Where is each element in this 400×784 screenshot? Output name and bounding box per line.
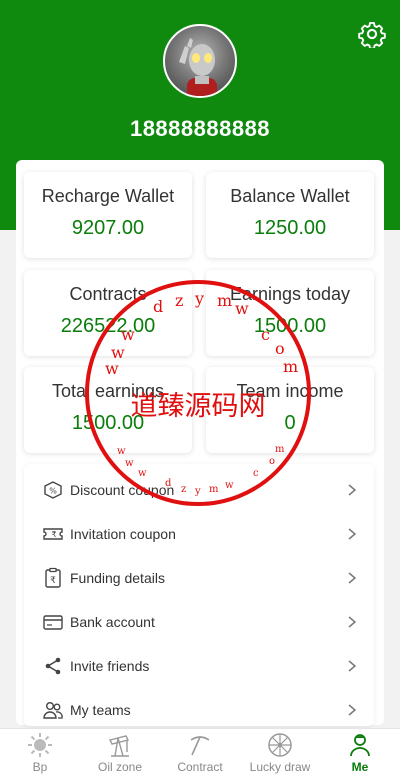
card-value: 1500.00 (71, 412, 145, 434)
discount-coupon-icon: % (42, 479, 64, 501)
menu-item-label: Funding details (70, 570, 165, 586)
card-title: Recharge Wallet (41, 186, 175, 206)
tab-lucky-draw[interactable]: Lucky draw (240, 729, 320, 784)
rupee-document-icon: ₹ (42, 567, 64, 589)
chevron-right-icon (348, 528, 357, 540)
chevron-right-icon (348, 572, 357, 584)
account-menu: % Discount coupon ₹ Invitation coupon ₹ … (24, 464, 374, 726)
tab-contract[interactable]: Contract (160, 729, 240, 784)
chevron-right-icon (348, 704, 357, 716)
menu-item-label: My teams (70, 702, 131, 718)
card-value: 1500.00 (253, 315, 327, 337)
card-value: 0 (284, 412, 296, 434)
tab-label: Lucky draw (249, 760, 311, 774)
team-income-card[interactable]: Team income 0 (206, 367, 374, 453)
tab-bp[interactable]: Bp (0, 729, 80, 784)
card-title: Total earnings (51, 381, 165, 401)
tab-me[interactable]: Me (320, 729, 400, 784)
balance-wallet-card[interactable]: Balance Wallet 1250.00 (206, 172, 374, 258)
card-title: Contracts (69, 284, 147, 304)
sun-icon (28, 733, 52, 757)
tab-label: Contract (177, 760, 223, 774)
menu-item-invite-friends[interactable]: Invite friends (24, 644, 374, 688)
menu-item-label: Discount coupon (70, 482, 175, 498)
card-value: 9207.00 (71, 217, 145, 239)
chevron-right-icon (348, 616, 357, 628)
ticket-icon: ₹ (42, 523, 64, 545)
user-phone-number: 18888888888 (129, 116, 271, 141)
menu-item-funding-details[interactable]: ₹ Funding details (24, 556, 374, 600)
card-title: Earnings today (229, 284, 351, 304)
tab-label: Bp (32, 760, 48, 774)
menu-item-bank-account[interactable]: Bank account (24, 600, 374, 644)
earnings-today-card[interactable]: Earnings today 1500.00 (206, 270, 374, 356)
menu-item-discount-coupon[interactable]: % Discount coupon (24, 468, 374, 512)
card-title: Balance Wallet (230, 186, 350, 206)
person-icon (350, 734, 370, 757)
share-icon (42, 655, 64, 677)
recharge-wallet-card[interactable]: Recharge Wallet 9207.00 (24, 172, 192, 258)
menu-item-invitation-coupon[interactable]: ₹ Invitation coupon (24, 512, 374, 556)
avatar[interactable] (163, 24, 237, 98)
contracts-card[interactable]: Contracts 226522.00 (24, 270, 192, 356)
total-earnings-card[interactable]: Total earnings 1500.00 (24, 367, 192, 453)
bottom-tab-bar: Bp Oil zone Contract Lucky draw Me (0, 728, 400, 784)
svg-text:₹: ₹ (50, 576, 56, 586)
gear-icon[interactable] (358, 20, 386, 48)
wheel-icon (268, 733, 292, 757)
chevron-right-icon (348, 484, 357, 496)
team-icon (42, 699, 64, 721)
oil-pump-icon (108, 735, 130, 757)
tab-label: Oil zone (97, 760, 143, 774)
bank-card-icon (42, 611, 64, 633)
card-value: 1250.00 (253, 217, 327, 239)
tab-label: Me (351, 760, 369, 774)
card-title: Team income (236, 381, 344, 401)
menu-item-label: Invite friends (70, 658, 150, 674)
svg-text:₹: ₹ (51, 530, 56, 539)
menu-item-my-teams[interactable]: My teams (24, 688, 374, 732)
menu-item-label: Bank account (70, 614, 155, 630)
card-value: 226522.00 (60, 315, 156, 337)
hero-figure-icon (179, 38, 217, 96)
menu-item-label: Invitation coupon (70, 526, 176, 542)
svg-text:%: % (49, 487, 57, 496)
tab-oil-zone[interactable]: Oil zone (80, 729, 160, 784)
chevron-right-icon (348, 660, 357, 672)
pickaxe-icon (190, 736, 210, 756)
